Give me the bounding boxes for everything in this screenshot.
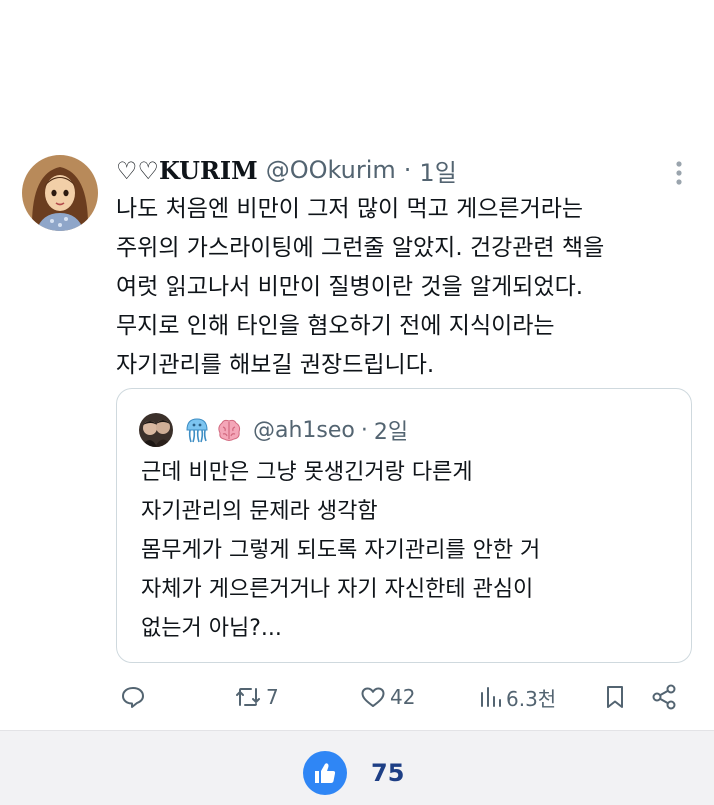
quoted-text-line: 없는거 아님?... (141, 616, 282, 641)
like-count: 42 (390, 685, 416, 709)
views-icon (478, 685, 502, 709)
tweet-text-line: 나도 처음엔 비만이 그저 많이 먹고 게으른거라는 (116, 196, 584, 222)
share-button[interactable] (650, 682, 678, 712)
tweet-text-line: 자기관리를 해보길 권장드립니다. (116, 352, 435, 378)
reply-icon (120, 685, 146, 709)
bookmark-icon (604, 684, 626, 710)
tweet-action-bar: 7 42 6.3천 (116, 682, 696, 712)
like-button[interactable]: 42 (360, 682, 415, 712)
bookmark-button[interactable] (604, 682, 626, 712)
tweet-text-line: 주위의 가스라이팅에 그런줄 알았지. 건강관련 책을 (116, 235, 605, 261)
quoted-tweet-text: 근데 비만은 그냥 못생긴거랑 다른게 자기관리의 문제라 생각함 몸무게가 그… (141, 453, 681, 648)
retweet-button[interactable]: 7 (234, 682, 279, 712)
tweet-timestamp[interactable]: 1일 (419, 153, 456, 188)
meta-separator: · (403, 156, 412, 184)
tweet-text-line: 무지로 인해 타인을 혐오하기 전에 지식이라는 (116, 313, 555, 339)
quoted-meta-separator: · (360, 417, 368, 443)
author-avatar[interactable] (22, 155, 98, 231)
brain-emoji-icon (215, 416, 243, 444)
quoted-author-avatar[interactable] (139, 413, 173, 447)
views-button[interactable]: 6.3천 (478, 682, 556, 712)
reaction-like-count: 75 (371, 759, 405, 787)
author-handle[interactable]: @OOkurim (266, 156, 396, 184)
tweet: ♡♡KURIM @OOkurim · 1일 나도 처음엔 비만이 그저 많이 먹… (0, 0, 714, 730)
quoted-author-handle[interactable]: @ah1seo (253, 418, 355, 443)
tweet-header: ♡♡KURIM @OOkurim · 1일 (116, 152, 457, 188)
reply-button[interactable] (120, 682, 146, 712)
tweet-text: 나도 처음엔 비만이 그저 많이 먹고 게으른거라는 주위의 가스라이팅에 그런… (116, 190, 696, 385)
quoted-text-line: 자기관리의 문제라 생각함 (141, 499, 378, 524)
quoted-tweet-card[interactable]: @ah1seo · 2일 근데 비만은 그냥 못생긴거랑 다른게 자기관리의 문… (116, 388, 692, 663)
views-count: 6.3천 (506, 686, 557, 711)
reaction-bar: 75 (0, 730, 714, 805)
author-display-name[interactable]: ♡♡KURIM (116, 156, 258, 185)
retweet-count: 7 (266, 685, 279, 709)
more-dots-icon[interactable] (664, 160, 694, 186)
quoted-tweet-header: @ah1seo · 2일 (139, 413, 408, 447)
heart-icon (360, 685, 386, 709)
quoted-text-line: 몸무게가 그렇게 되도록 자기관리를 안한 거 (141, 538, 541, 563)
tweet-text-line: 여럿 읽고나서 비만이 질병이란 것을 알게되었다. (116, 274, 584, 300)
quoted-tweet-timestamp[interactable]: 2일 (374, 414, 408, 446)
jellyfish-emoji-icon (183, 416, 211, 444)
thumbs-up-button[interactable] (303, 751, 347, 795)
retweet-icon (234, 685, 262, 709)
share-icon (650, 684, 678, 710)
quoted-text-line: 자체가 게으른거거나 자기 자신한테 관심이 (141, 577, 534, 602)
thumbs-up-icon (315, 763, 336, 783)
quoted-text-line: 근데 비만은 그냥 못생긴거랑 다른게 (141, 460, 473, 485)
